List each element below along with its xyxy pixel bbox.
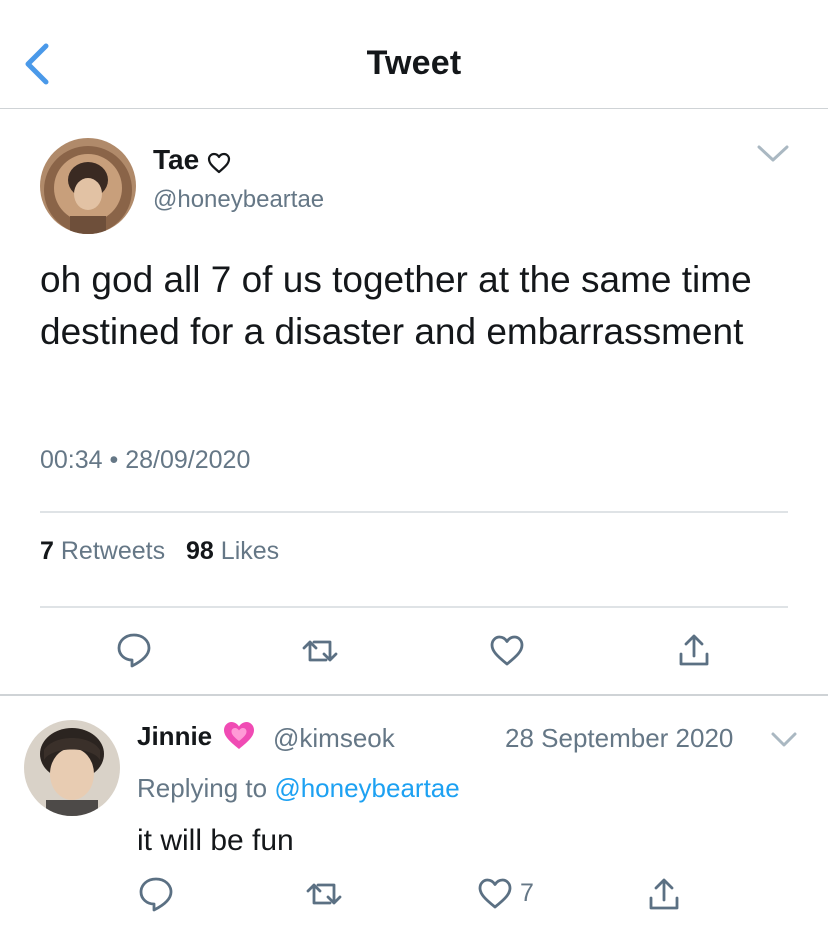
- comment-icon: [139, 877, 173, 912]
- author-name-text: Tae: [153, 144, 200, 175]
- heart-icon: [478, 878, 512, 909]
- reply-share-button[interactable]: [647, 876, 681, 912]
- reply-like-button[interactable]: [477, 877, 513, 911]
- tweet-stats: 7 Retweets 98 Likes: [40, 537, 293, 566]
- share-icon: [649, 878, 679, 910]
- retweet-button[interactable]: [301, 636, 339, 666]
- likes-stat[interactable]: 98 Likes: [186, 537, 279, 565]
- retweets-stat[interactable]: 7 Retweets: [40, 537, 165, 565]
- reply-reply-button[interactable]: [138, 875, 174, 913]
- share-icon: [679, 634, 709, 666]
- retweet-icon: [302, 640, 338, 662]
- likes-label: Likes: [220, 537, 280, 565]
- divider: [0, 694, 828, 696]
- like-button[interactable]: [489, 634, 525, 668]
- tweet-timestamp: 00:34 • 28/09/2020: [40, 446, 250, 475]
- chevron-down-icon: [771, 732, 797, 747]
- page-title: Tweet: [366, 44, 462, 82]
- author-handle[interactable]: @honeybeartae: [153, 186, 324, 214]
- divider: [40, 511, 788, 513]
- comment-icon: [117, 633, 151, 668]
- likes-count: 98: [186, 537, 214, 565]
- divider: [40, 606, 788, 608]
- heart-outline-icon: [207, 149, 231, 174]
- share-button[interactable]: [677, 632, 711, 668]
- avatar-image: [24, 720, 120, 816]
- avatar[interactable]: [40, 138, 136, 234]
- tweet-time: 00:34: [40, 446, 103, 474]
- tweet-text: oh god all 7 of us together at the same …: [40, 259, 752, 352]
- reply-date: 28 September 2020: [505, 723, 734, 753]
- header-bar: Tweet: [0, 0, 828, 109]
- reply-retweet-button[interactable]: [305, 879, 343, 909]
- reply-button[interactable]: [116, 631, 152, 669]
- retweet-icon: [306, 883, 342, 905]
- reply-author-name-text: Jinnie: [137, 720, 213, 751]
- reply-menu-button[interactable]: [770, 731, 798, 749]
- tweet-date: 28/09/2020: [125, 446, 251, 474]
- avatar-image: [40, 138, 136, 234]
- reply-text: it will be fun: [137, 824, 294, 857]
- chevron-down-icon: [757, 145, 789, 162]
- reply-like-count: 7: [520, 879, 534, 907]
- replying-to-line: Replying to @honeybeartae: [137, 773, 460, 804]
- reply-avatar[interactable]: [24, 720, 120, 816]
- reply-author-name[interactable]: Jinnie: [137, 720, 256, 752]
- reply-author-handle[interactable]: @kimseok: [273, 723, 395, 754]
- growing-heart-icon: [222, 720, 256, 752]
- heart-icon: [490, 635, 524, 666]
- author-name[interactable]: Tae: [153, 144, 231, 176]
- replying-to-mention[interactable]: @honeybeartae: [274, 773, 459, 803]
- replying-to-label: Replying to: [137, 773, 268, 803]
- timestamp-separator: •: [109, 446, 119, 474]
- retweets-count: 7: [40, 537, 54, 565]
- retweets-label: Retweets: [60, 537, 166, 565]
- tweet-menu-button[interactable]: [756, 143, 790, 165]
